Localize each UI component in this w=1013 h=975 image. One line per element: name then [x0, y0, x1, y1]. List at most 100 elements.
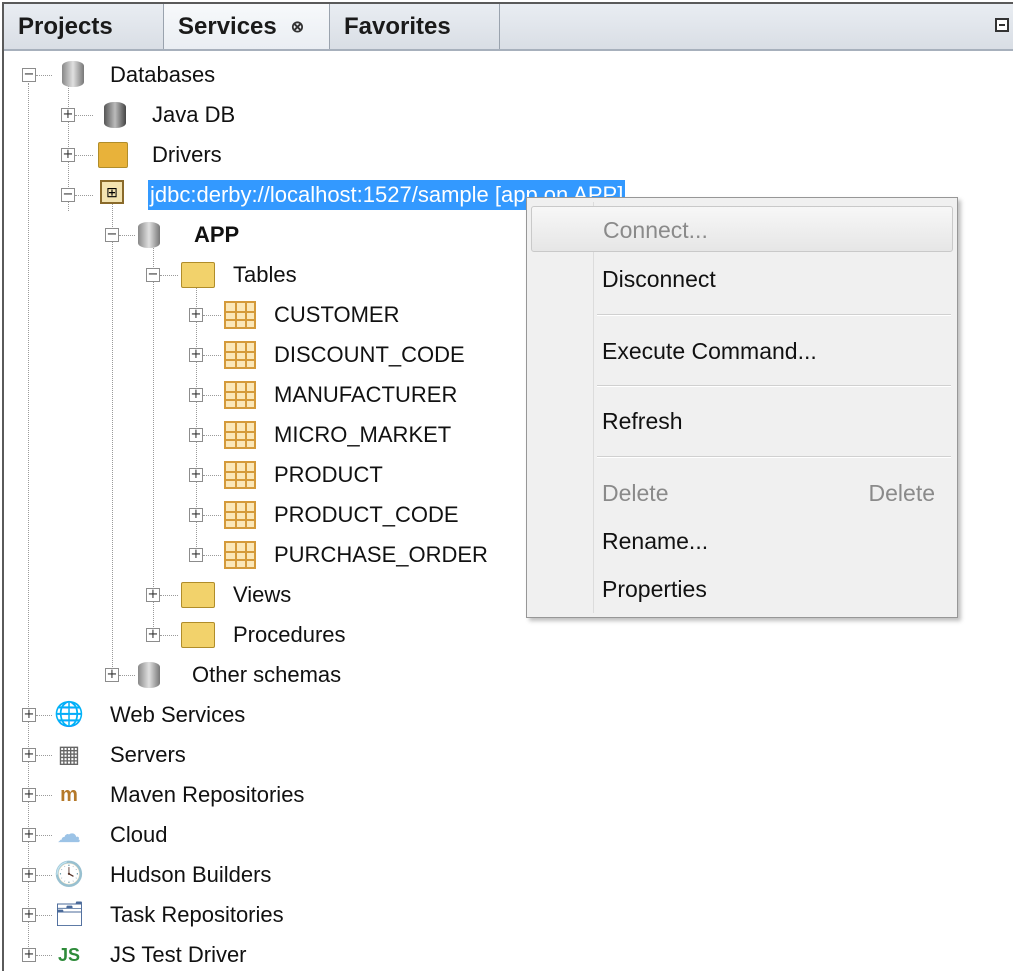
- expand-icon[interactable]: +: [105, 668, 119, 682]
- expand-icon[interactable]: +: [22, 828, 36, 842]
- collapse-icon[interactable]: −: [22, 68, 36, 82]
- tree-label: Tables: [233, 262, 297, 287]
- expand-icon[interactable]: +: [189, 468, 203, 482]
- expand-icon[interactable]: +: [22, 868, 36, 882]
- tree-node-table[interactable]: + PRODUCT_CODE: [188, 495, 508, 535]
- menu-item-label: Refresh: [602, 408, 683, 434]
- tree-node-servers[interactable]: + ▦ Servers: [20, 735, 360, 775]
- expand-icon[interactable]: +: [22, 948, 36, 962]
- tree-label: PURCHASE_ORDER: [274, 542, 488, 567]
- tab-label: Services: [178, 13, 277, 40]
- expand-icon[interactable]: +: [22, 788, 36, 802]
- menu-item-label: Execute Command...: [602, 338, 817, 364]
- tree-node-java-db[interactable]: + Java DB: [60, 95, 360, 135]
- collapse-icon[interactable]: −: [146, 268, 160, 282]
- maven-icon: m: [60, 784, 78, 806]
- tree-node-app-schema[interactable]: − APP: [104, 215, 404, 255]
- tab-favorites[interactable]: Favorites: [330, 4, 500, 49]
- tree-node-drivers[interactable]: + Drivers: [60, 135, 360, 175]
- tree-label: MICRO_MARKET: [274, 422, 452, 447]
- database-icon: [62, 61, 84, 87]
- tree-label: MANUFACTURER: [274, 382, 458, 407]
- expand-icon[interactable]: +: [146, 628, 160, 642]
- table-icon: [224, 341, 256, 369]
- menu-separator: [597, 314, 951, 316]
- tree-node-table[interactable]: + PURCHASE_ORDER: [188, 535, 508, 575]
- tree-node-web-services[interactable]: + 🌐 Web Services: [20, 695, 360, 735]
- tree-node-table[interactable]: + MICRO_MARKET: [188, 415, 508, 455]
- menu-item-rename[interactable]: Rename...: [531, 518, 953, 564]
- menu-item-delete[interactable]: Delete Delete: [531, 470, 953, 516]
- folder-icon: [181, 262, 215, 288]
- menu-separator: [597, 385, 951, 387]
- tab-services[interactable]: Services ⊗: [164, 4, 330, 49]
- tree-node-table[interactable]: + PRODUCT: [188, 455, 508, 495]
- tab-label: Projects: [18, 13, 113, 40]
- tree-label: Web Services: [110, 702, 246, 727]
- folder-icon: [181, 622, 215, 648]
- expand-icon[interactable]: +: [189, 388, 203, 402]
- expand-icon[interactable]: +: [22, 908, 36, 922]
- expand-icon[interactable]: +: [22, 708, 36, 722]
- collapse-icon[interactable]: −: [61, 188, 75, 202]
- tree-label: Hudson Builders: [110, 862, 272, 887]
- table-icon: [224, 421, 256, 449]
- table-icon: [224, 541, 256, 569]
- tree-node-table[interactable]: + CUSTOMER: [188, 295, 508, 335]
- tree-label: DISCOUNT_CODE: [274, 342, 465, 367]
- table-icon: [224, 301, 256, 329]
- menu-item-label: Delete: [602, 480, 669, 506]
- menu-item-label: Properties: [602, 576, 707, 602]
- tree-label: PRODUCT_CODE: [274, 502, 459, 527]
- schema-icon: [136, 660, 166, 690]
- tree-label: APP: [194, 222, 240, 247]
- expand-icon[interactable]: +: [189, 508, 203, 522]
- expand-icon[interactable]: +: [61, 108, 75, 122]
- expand-icon[interactable]: +: [189, 548, 203, 562]
- expand-icon[interactable]: +: [189, 308, 203, 322]
- task-repository-icon: 🗂: [54, 901, 85, 928]
- tree-node-table[interactable]: + DISCOUNT_CODE: [188, 335, 508, 375]
- menu-item-disconnect[interactable]: Disconnect: [531, 256, 953, 302]
- hudson-icon: 🕓: [54, 861, 84, 888]
- menu-item-label: Disconnect: [602, 266, 716, 292]
- menu-separator: [597, 456, 951, 458]
- expand-icon[interactable]: +: [61, 148, 75, 162]
- tree-node-other-schemas[interactable]: + Other schemas: [104, 655, 404, 695]
- menu-item-properties[interactable]: Properties: [531, 566, 953, 612]
- close-icon[interactable]: ⊗: [291, 19, 304, 36]
- tree-node-task-repositories[interactable]: + 🗂 Task Repositories: [20, 895, 360, 935]
- tree-node-cloud[interactable]: + ☁ Cloud: [20, 815, 360, 855]
- minimize-icon[interactable]: [995, 18, 1009, 32]
- collapse-icon[interactable]: −: [105, 228, 119, 242]
- tree-node-views[interactable]: + Views: [145, 575, 445, 615]
- tree-label: Other schemas: [192, 662, 342, 687]
- table-icon: [224, 501, 256, 529]
- tree-label: Task Repositories: [110, 902, 284, 927]
- tab-label: Favorites: [344, 13, 451, 40]
- tree-node-databases[interactable]: − Databases: [20, 55, 320, 95]
- menu-item-connect[interactable]: Connect...: [531, 206, 953, 252]
- servers-icon: ▦: [57, 741, 81, 768]
- tree-node-table[interactable]: + MANUFACTURER: [188, 375, 508, 415]
- menu-item-label: Connect...: [603, 217, 708, 243]
- tree-node-maven[interactable]: + m Maven Repositories: [20, 775, 360, 815]
- expand-icon[interactable]: +: [189, 428, 203, 442]
- tree-label: CUSTOMER: [274, 302, 400, 327]
- tree-label: Procedures: [233, 622, 346, 647]
- menu-item-refresh[interactable]: Refresh: [531, 398, 953, 444]
- tree-label: Views: [233, 582, 292, 607]
- tree-node-procedures[interactable]: + Procedures: [145, 615, 445, 655]
- tab-projects[interactable]: Projects: [4, 4, 164, 49]
- expand-icon[interactable]: +: [189, 348, 203, 362]
- tree-node-tables[interactable]: − Tables: [145, 255, 445, 295]
- tab-bar: Projects Services ⊗ Favorites: [4, 4, 1013, 51]
- expand-icon[interactable]: +: [146, 588, 160, 602]
- tree-node-hudson[interactable]: + 🕓 Hudson Builders: [20, 855, 360, 895]
- tree-label: JS Test Driver: [110, 942, 247, 967]
- schema-icon: [136, 220, 166, 250]
- tree-node-js-test-driver[interactable]: + JS JS Test Driver: [20, 935, 360, 975]
- expand-icon[interactable]: +: [22, 748, 36, 762]
- menu-item-execute-command[interactable]: Execute Command...: [531, 328, 953, 374]
- java-db-icon: [100, 100, 130, 130]
